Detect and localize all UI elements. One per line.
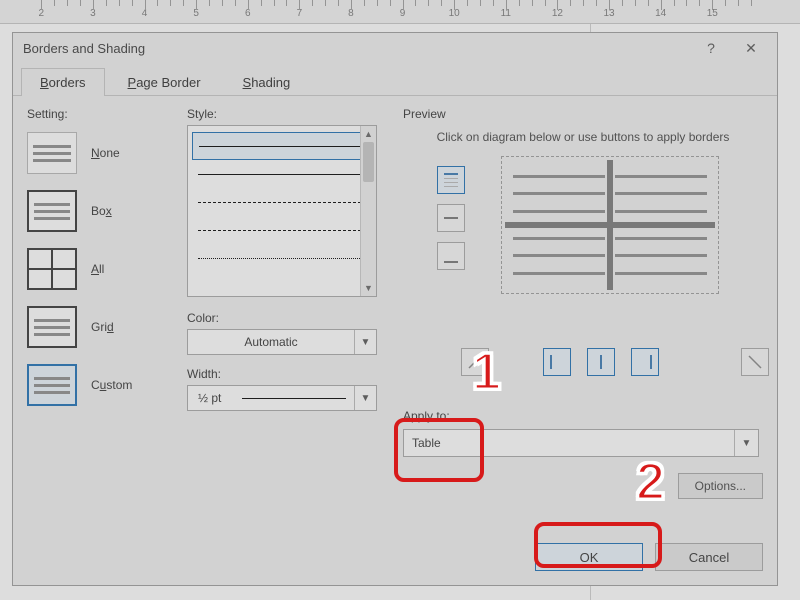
preview-column: Preview Click on diagram below or use bu…	[403, 107, 763, 320]
setting-custom[interactable]: Custom	[27, 359, 177, 411]
width-combobox[interactable]: ½ pt ▼	[187, 385, 377, 411]
border-right-button[interactable]	[631, 348, 659, 376]
scroll-thumb[interactable]	[363, 142, 374, 182]
apply-to-group: Apply to: Table ▼	[403, 409, 763, 457]
border-top-icon	[443, 172, 459, 188]
help-icon: ?	[707, 40, 715, 56]
setting-box-thumb	[27, 190, 77, 232]
style-listbox[interactable]: ▲ ▼	[187, 125, 377, 297]
tab-borders[interactable]: Borders	[21, 68, 105, 96]
color-label: Color:	[187, 311, 387, 325]
tab-page-border[interactable]: Page Border	[109, 68, 220, 96]
width-label: Width:	[187, 367, 387, 381]
border-mid-h-button[interactable]	[437, 204, 465, 232]
border-left-icon	[549, 354, 565, 370]
diag-icon	[747, 354, 763, 370]
apply-to-label: Apply to:	[403, 409, 763, 423]
help-button[interactable]: ?	[691, 36, 731, 60]
border-bottom-button[interactable]	[437, 242, 465, 270]
options-button[interactable]: Options...	[678, 473, 763, 499]
style-label: Style:	[187, 107, 387, 121]
close-icon: ✕	[745, 40, 757, 57]
tab-shading[interactable]: Shading	[224, 68, 310, 96]
style-scrollbar[interactable]: ▲ ▼	[360, 126, 376, 296]
border-diag1-button[interactable]	[461, 348, 489, 376]
style-option[interactable]	[192, 188, 372, 216]
border-top-button[interactable]	[437, 166, 465, 194]
border-right-icon	[637, 354, 653, 370]
setting-column: Setting: None Box All Grid Custom	[27, 107, 177, 417]
border-diag2-button[interactable]	[741, 348, 769, 376]
style-option[interactable]	[192, 132, 372, 160]
dialog-tabs: Borders Page Border Shading	[13, 63, 777, 96]
scroll-down-icon[interactable]: ▼	[361, 280, 376, 296]
preview-diagram[interactable]	[443, 160, 753, 320]
setting-header: Setting:	[27, 107, 177, 121]
scroll-up-icon[interactable]: ▲	[361, 126, 376, 142]
setting-all-thumb	[27, 248, 77, 290]
borders-shading-dialog: Borders and Shading ? ✕ Borders Page Bor…	[12, 32, 778, 586]
setting-grid-thumb	[27, 306, 77, 348]
preview-hint: Click on diagram below or use buttons to…	[433, 129, 733, 146]
horizontal-ruler: 23456789101112131415	[0, 0, 800, 24]
dialog-titlebar: Borders and Shading ? ✕	[13, 33, 777, 63]
apply-to-value: Table	[404, 436, 734, 450]
diag-icon	[467, 354, 483, 370]
chevron-down-icon: ▼	[354, 386, 376, 410]
preview-cell[interactable]	[505, 160, 715, 290]
dialog-buttons: OK Cancel	[535, 543, 763, 571]
style-option[interactable]	[192, 160, 372, 188]
preview-header: Preview	[403, 107, 763, 121]
border-mid-v-icon	[593, 354, 609, 370]
style-column: Style: ▲ ▼ Color: Automatic ▼ Widt	[187, 107, 387, 411]
border-bottom-icon	[443, 248, 459, 264]
dialog-title: Borders and Shading	[23, 41, 145, 56]
style-option[interactable]	[192, 216, 372, 244]
width-sample-line	[242, 398, 346, 399]
border-mid-v-button[interactable]	[587, 348, 615, 376]
setting-none-thumb	[27, 132, 77, 174]
chevron-down-icon: ▼	[734, 430, 758, 456]
setting-custom-thumb	[27, 364, 77, 406]
chevron-down-icon: ▼	[354, 330, 376, 354]
width-value: ½ pt	[188, 391, 234, 405]
border-mid-h-icon	[443, 210, 459, 226]
style-option[interactable]	[192, 244, 372, 272]
apply-to-combobox[interactable]: Table ▼	[403, 429, 759, 457]
setting-grid[interactable]: Grid	[27, 301, 177, 353]
ok-button[interactable]: OK	[535, 543, 643, 571]
cancel-button[interactable]: Cancel	[655, 543, 763, 571]
color-combobox[interactable]: Automatic ▼	[187, 329, 377, 355]
setting-none[interactable]: None	[27, 127, 177, 179]
setting-all[interactable]: All	[27, 243, 177, 295]
color-value: Automatic	[188, 335, 354, 349]
close-button[interactable]: ✕	[731, 36, 771, 60]
border-left-button[interactable]	[543, 348, 571, 376]
setting-box[interactable]: Box	[27, 185, 177, 237]
